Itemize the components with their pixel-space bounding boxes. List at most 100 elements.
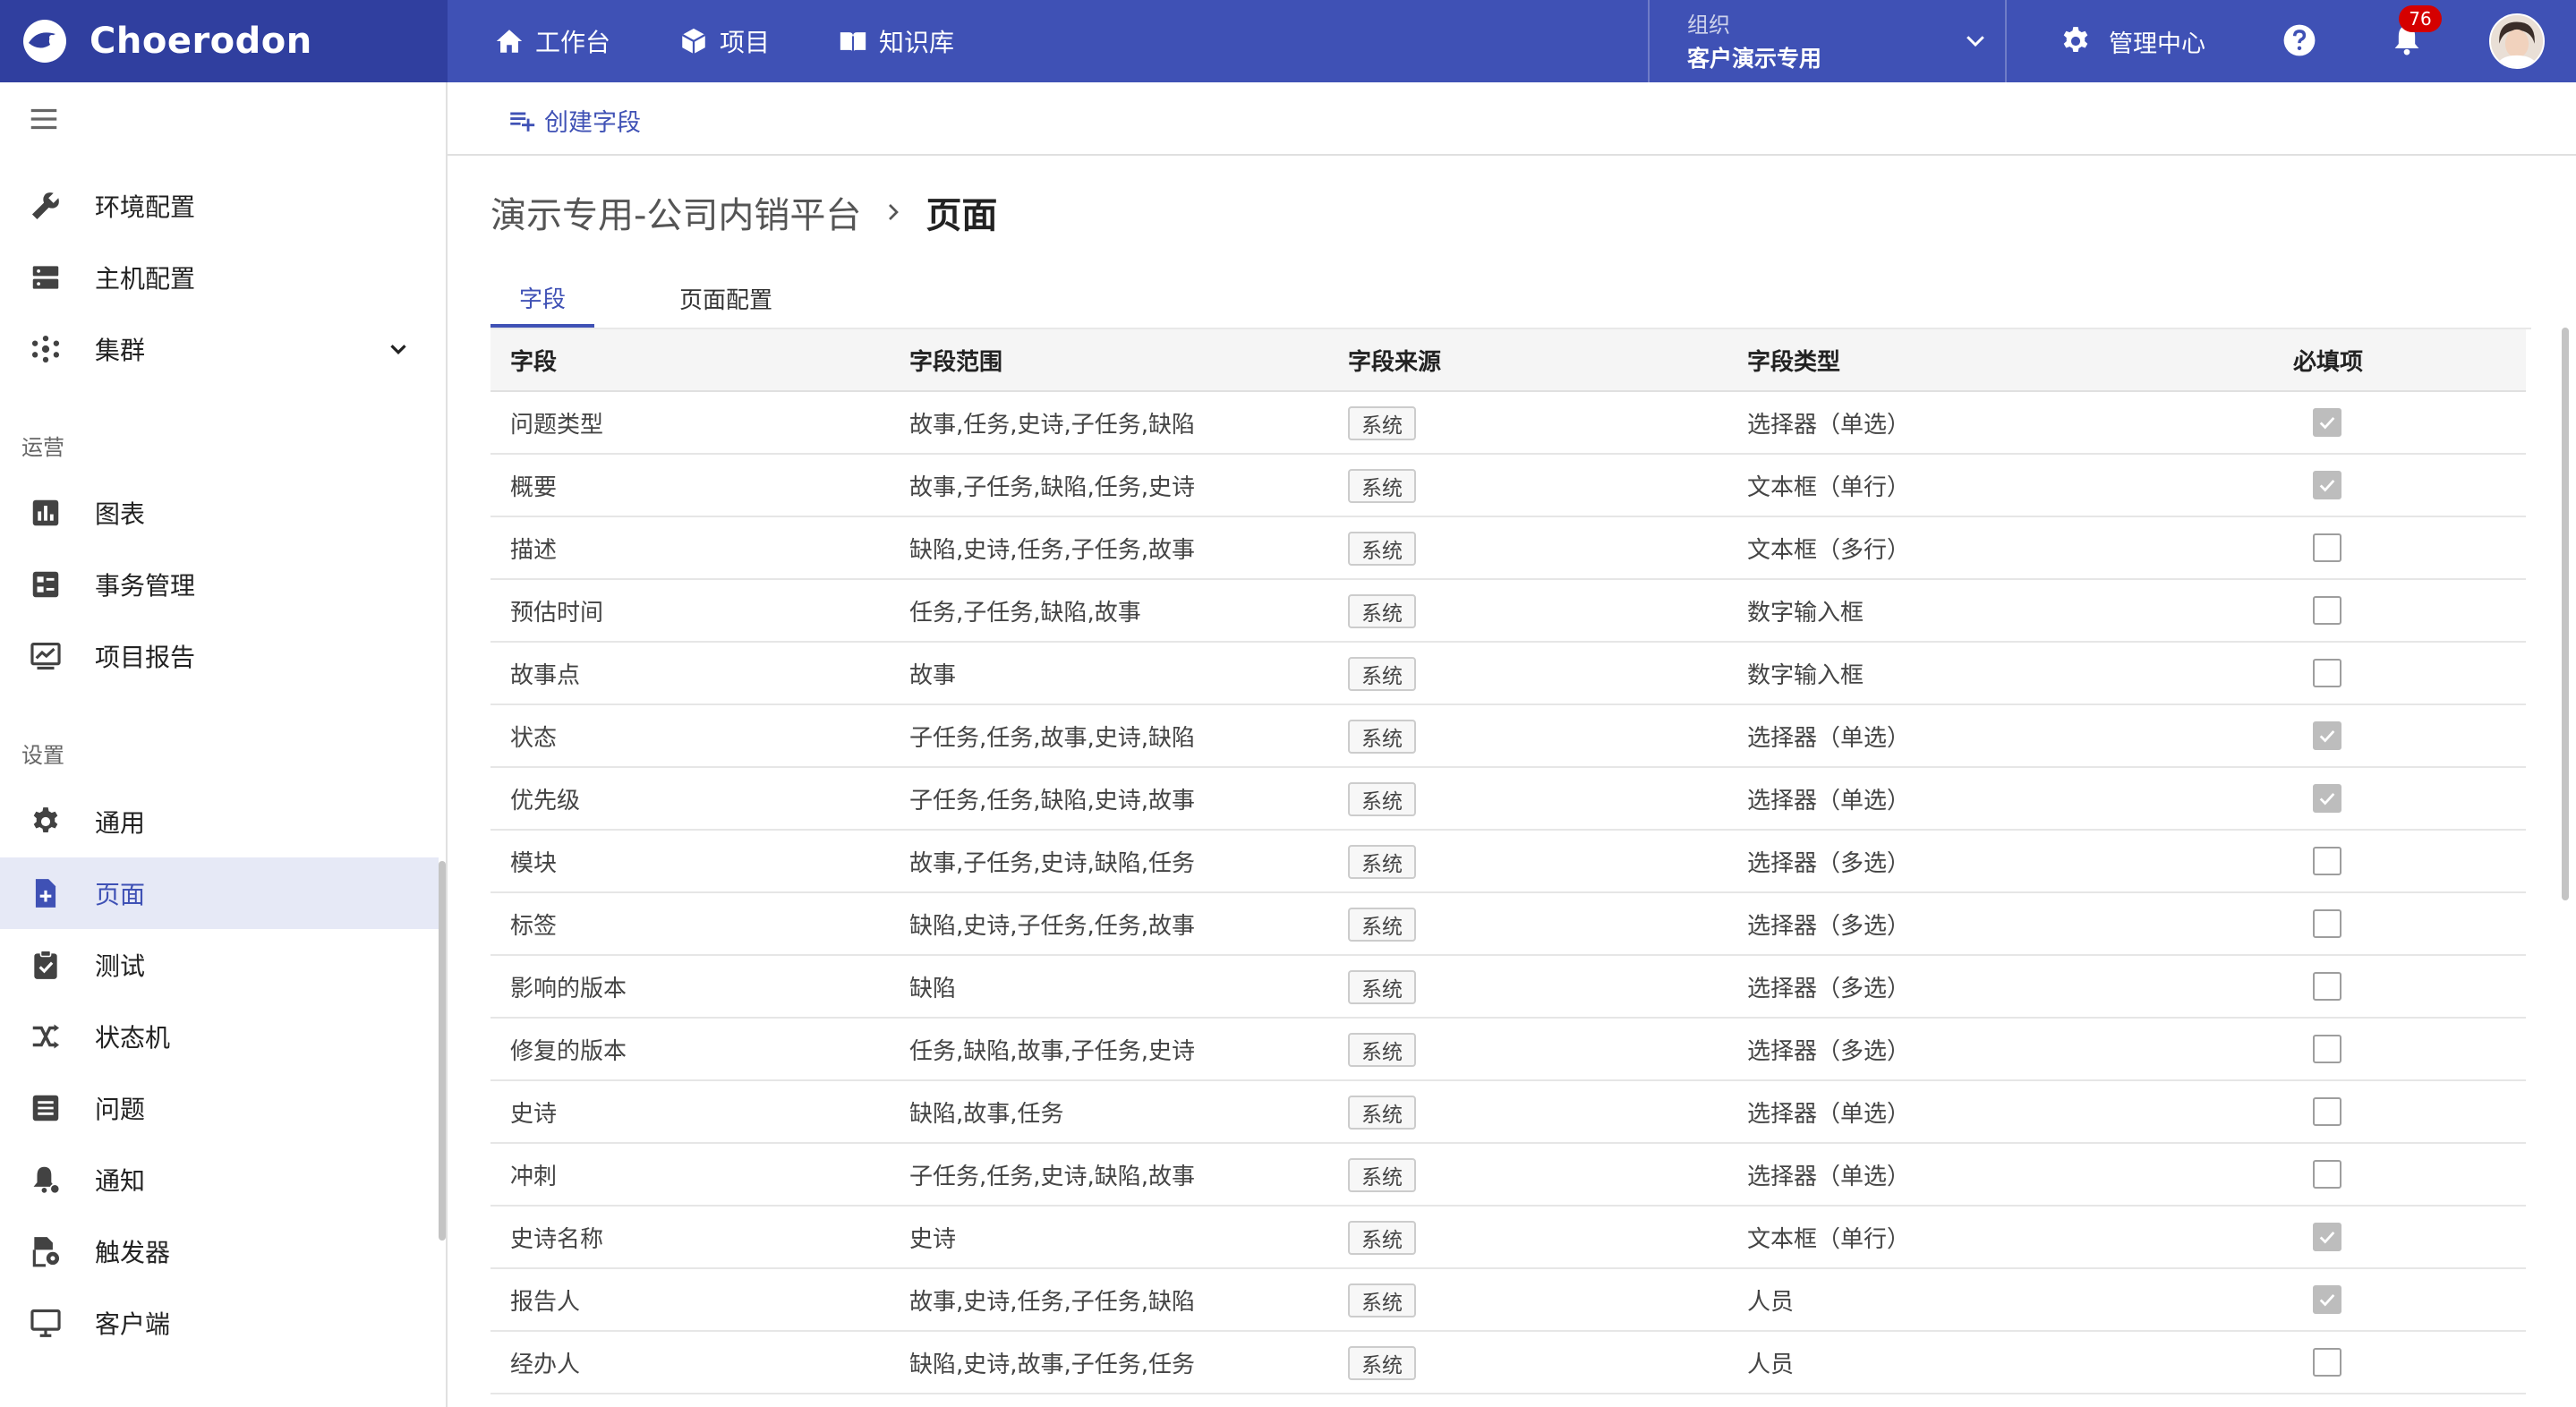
shuffle-icon: [32, 1024, 60, 1049]
column-header-type[interactable]: 字段类型: [1747, 329, 1840, 390]
sidebar-item-host-config[interactable]: 主机配置: [0, 242, 439, 313]
field-name: 影响的版本: [510, 975, 627, 1002]
trigger-icon: [32, 1237, 60, 1267]
required-checkbox[interactable]: [2313, 408, 2341, 437]
create-field-button[interactable]: 创建字段: [507, 102, 641, 138]
field-type: 人员: [1747, 1351, 1795, 1378]
required-checkbox[interactable]: [2313, 1160, 2341, 1189]
required-checkbox[interactable]: [2313, 471, 2341, 499]
field-source-tag: 系统: [1348, 782, 1416, 816]
brand[interactable]: Choerodon: [0, 0, 448, 82]
table-row[interactable]: 状态 子任务,任务,故事,史诗,缺陷 系统 选择器（单选）: [490, 705, 2526, 768]
sidebar-item-issues[interactable]: 问题: [0, 1072, 439, 1144]
field-source-tag: 系统: [1348, 970, 1416, 1004]
field-scope: 故事: [909, 661, 957, 689]
column-header-source[interactable]: 字段来源: [1348, 329, 1441, 390]
sidebar-section-ops: 运营: [21, 435, 64, 460]
required-checkbox[interactable]: [2313, 721, 2341, 750]
sidebar-item-label: 图表: [95, 499, 146, 529]
nav-workbench-label: 工作台: [535, 28, 611, 57]
nav-knowledge[interactable]: 知识库: [838, 0, 954, 82]
nav-project[interactable]: 项目: [678, 0, 770, 82]
table-row[interactable]: 史诗名称 史诗 系统 文本框（单行）: [490, 1207, 2526, 1269]
sidebar-item-page[interactable]: 页面: [0, 857, 439, 929]
table-row[interactable]: 经办人 缺陷,史诗,故事,子任务,任务 系统 人员: [490, 1332, 2526, 1394]
sidebar-item-client[interactable]: 客户端: [0, 1287, 439, 1359]
required-checkbox[interactable]: [2313, 972, 2341, 1001]
sidebar-item-transactions[interactable]: 事务管理: [0, 549, 439, 620]
sidebar-item-trigger[interactable]: 触发器: [0, 1215, 439, 1287]
field-source-tag: 系统: [1348, 1096, 1416, 1130]
sidebar-item-notifications[interactable]: 通知: [0, 1144, 439, 1215]
table-row[interactable]: 标签 缺陷,史诗,子任务,任务,故事 系统 选择器（多选）: [490, 893, 2526, 956]
clipboard-check-icon: [34, 950, 57, 979]
table-row[interactable]: 影响的版本 缺陷 系统 选择器（多选）: [490, 956, 2526, 1019]
required-checkbox[interactable]: [2313, 596, 2341, 625]
table-row[interactable]: 史诗 缺陷,故事,任务 系统 选择器（单选）: [490, 1081, 2526, 1144]
help-icon[interactable]: [2282, 23, 2316, 57]
tab-page-config[interactable]: 页面配置: [664, 270, 788, 326]
sidebar-item-state-machine[interactable]: 状态机: [0, 1001, 439, 1072]
table-row[interactable]: 故事点 故事 系统 数字输入框: [490, 643, 2526, 705]
org-selector[interactable]: 组织 客户演示专用: [1648, 0, 2007, 82]
table-row[interactable]: 模块 故事,子任务,史诗,缺陷,任务 系统 选择器（多选）: [490, 831, 2526, 893]
org-label: 组织: [1687, 13, 1730, 38]
required-checkbox[interactable]: [2313, 784, 2341, 813]
field-type: 数字输入框: [1747, 661, 1864, 689]
table-row[interactable]: 修复的版本 任务,缺陷,故事,子任务,史诗 系统 选择器（多选）: [490, 1019, 2526, 1081]
cluster-icon: [31, 335, 60, 363]
field-type: 文本框（单行）: [1747, 473, 1911, 501]
sidebar-item-label: 测试: [95, 951, 146, 981]
field-scope: 缺陷,史诗,故事,子任务,任务: [909, 1351, 1196, 1378]
sidebar-item-cluster[interactable]: 集群: [0, 313, 439, 385]
sidebar-item-label: 事务管理: [95, 571, 196, 601]
sidebar-item-project-report[interactable]: 项目报告: [0, 620, 439, 692]
table-row[interactable]: 概要 故事,子任务,缺陷,任务,史诗 系统 文本框（单行）: [490, 455, 2526, 517]
table-row[interactable]: 优先级 子任务,任务,缺陷,史诗,故事 系统 选择器（单选）: [490, 768, 2526, 831]
field-name: 史诗: [510, 1100, 558, 1128]
field-scope: 任务,缺陷,故事,子任务,史诗: [909, 1037, 1196, 1065]
management-center-button[interactable]: 管理中心: [2059, 0, 2205, 82]
field-name: 模块: [510, 849, 558, 877]
field-name: 标签: [510, 912, 558, 940]
sidebar-item-test[interactable]: 测试: [0, 929, 439, 1001]
avatar[interactable]: [2489, 13, 2545, 69]
sidebar-item-label: 集群: [95, 336, 146, 365]
nav-project-label: 项目: [720, 28, 771, 57]
required-checkbox[interactable]: [2313, 1285, 2341, 1314]
required-checkbox[interactable]: [2313, 533, 2341, 562]
required-checkbox[interactable]: [2313, 1097, 2341, 1126]
menu-icon[interactable]: [27, 102, 61, 136]
sidebar-item-env-config[interactable]: 环境配置: [0, 170, 439, 242]
required-checkbox[interactable]: [2313, 1035, 2341, 1063]
table-row[interactable]: 预估时间 任务,子任务,缺陷,故事 系统 数字输入框: [490, 580, 2526, 643]
field-name: 优先级: [510, 787, 581, 814]
field-source-tag: 系统: [1348, 657, 1416, 691]
table-row[interactable]: 问题类型 故事,任务,史诗,子任务,缺陷 系统 选择器（单选）: [490, 392, 2526, 455]
sidebar-item-general[interactable]: 通用: [0, 786, 439, 857]
required-checkbox[interactable]: [2313, 1223, 2341, 1251]
column-header-field[interactable]: 字段: [510, 329, 557, 390]
field-source-tag: 系统: [1348, 1346, 1416, 1380]
required-checkbox[interactable]: [2313, 1348, 2341, 1377]
tab-fields[interactable]: 字段: [490, 270, 594, 328]
nav-workbench[interactable]: 工作台: [494, 0, 610, 82]
tab-bar: 字段 页面配置: [490, 270, 2531, 329]
required-checkbox[interactable]: [2313, 847, 2341, 875]
field-scope: 史诗: [909, 1225, 957, 1253]
table-row[interactable]: 描述 缺陷,史诗,任务,子任务,故事 系统 文本框（多行）: [490, 517, 2526, 580]
table-row[interactable]: 报告人 故事,史诗,任务,子任务,缺陷 系统 人员: [490, 1269, 2526, 1332]
field-type: 数字输入框: [1747, 599, 1864, 627]
column-header-scope[interactable]: 字段范围: [909, 329, 1002, 390]
column-header-required[interactable]: 必填项: [2293, 329, 2363, 390]
main-scrollbar[interactable]: [2562, 328, 2569, 900]
field-type: 人员: [1747, 1288, 1795, 1316]
sidebar-item-label: 主机配置: [95, 264, 196, 294]
required-checkbox[interactable]: [2313, 909, 2341, 938]
required-checkbox[interactable]: [2313, 659, 2341, 687]
sidebar-scrollbar[interactable]: [439, 861, 446, 1241]
chevron-right-icon: [889, 204, 900, 220]
breadcrumb-parent[interactable]: 演示专用-公司内销平台: [490, 186, 861, 238]
table-row[interactable]: 冲刺 子任务,任务,史诗,缺陷,故事 系统 选择器（单选）: [490, 1144, 2526, 1207]
sidebar-item-charts[interactable]: 图表: [0, 477, 439, 549]
